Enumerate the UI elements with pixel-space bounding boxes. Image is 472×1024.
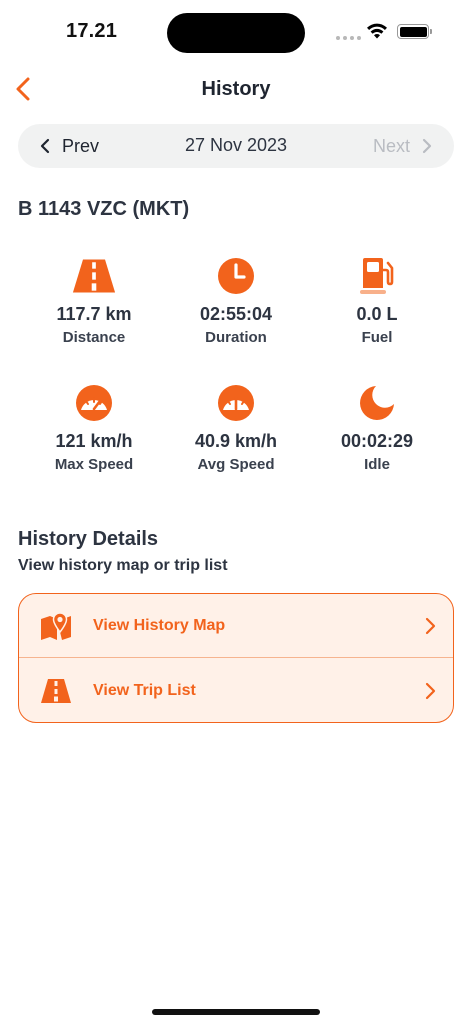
row-label: View History Map — [93, 616, 226, 634]
chevron-right-icon — [425, 682, 436, 700]
stat-label: Max Speed — [54, 456, 134, 473]
road-icon — [39, 675, 73, 707]
speedometer-icon — [214, 381, 258, 425]
row-label: View Trip List — [93, 682, 196, 699]
stat-value: 40.9 km/h — [194, 431, 278, 451]
next-label: Next — [372, 135, 410, 156]
moon-icon — [355, 381, 399, 425]
stat-label: Idle — [364, 456, 390, 473]
stat-fuel: 0.0 L Fuel — [302, 254, 452, 346]
fuel-pump-icon — [355, 254, 399, 298]
battery-icon — [397, 24, 432, 39]
wifi-icon — [367, 23, 387, 39]
next-button[interactable]: Next — [373, 124, 432, 168]
view-history-map-button[interactable]: View History Map — [19, 594, 453, 658]
section-title: History Details — [18, 528, 159, 550]
status-time: 17.21 — [66, 20, 118, 42]
stat-value: 121 km/h — [55, 431, 133, 451]
cellular-signal-icon — [336, 36, 361, 40]
stat-distance: 117.7 km Distance — [19, 254, 169, 346]
dynamic-island — [167, 13, 305, 53]
stat-value: 117.7 km — [56, 304, 132, 324]
chevron-left-icon — [40, 138, 50, 154]
history-options-card: View History Map View Trip List — [18, 593, 454, 723]
section-subtitle: View history map or trip list — [18, 557, 228, 574]
stat-avg-speed: 40.9 km/h Avg Speed — [161, 381, 311, 473]
stat-idle: 00:02:29 Idle — [302, 381, 452, 473]
speedometer-icon — [72, 381, 116, 425]
stat-label: Distance — [62, 329, 126, 346]
clock-icon — [214, 254, 258, 298]
vehicle-plate: B 1143 VZC (MKT) — [18, 198, 190, 220]
stat-label: Duration — [205, 329, 267, 346]
stat-label: Fuel — [361, 329, 393, 346]
road-icon — [72, 254, 116, 298]
view-trip-list-button[interactable]: View Trip List — [19, 659, 453, 722]
stat-value: 02:55:04 — [199, 304, 273, 324]
stat-value: 0.0 L — [356, 304, 398, 324]
stat-duration: 02:55:04 Duration — [161, 254, 311, 346]
prev-button[interactable]: Prev — [40, 124, 99, 168]
status-bar: 17.21 — [0, 0, 472, 64]
date-navigator: Prev 27 Nov 2023 Next — [18, 124, 454, 168]
stat-max-speed: 121 km/h Max Speed — [19, 381, 169, 473]
prev-label: Prev — [62, 135, 100, 156]
map-pin-icon — [39, 610, 73, 642]
chevron-right-icon — [422, 138, 432, 154]
chevron-right-icon — [425, 617, 436, 635]
page-title: History — [201, 78, 271, 100]
home-indicator[interactable] — [152, 1009, 320, 1015]
stat-value: 00:02:29 — [340, 431, 414, 451]
stat-label: Avg Speed — [197, 456, 275, 473]
